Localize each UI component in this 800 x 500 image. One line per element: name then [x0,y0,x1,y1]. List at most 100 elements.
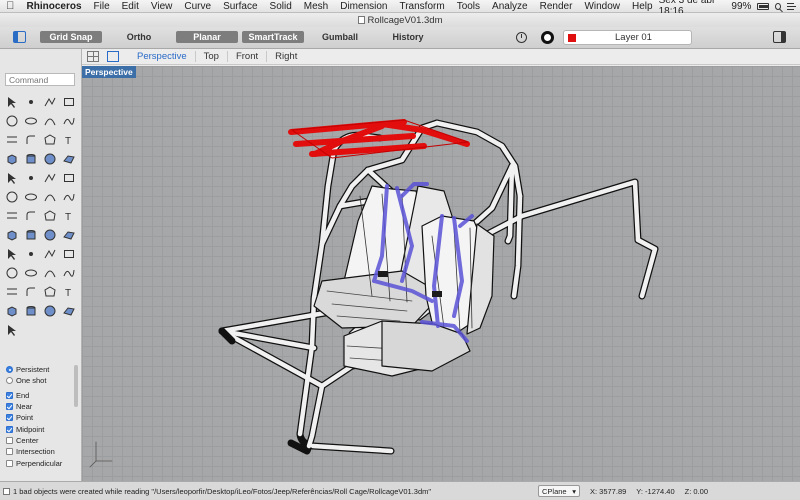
polyline-icon[interactable] [41,93,58,110]
tab-top[interactable]: Top [196,51,228,62]
block-icon[interactable] [3,321,20,338]
ghost-view-icon[interactable] [41,302,58,319]
checkbox-midpoint[interactable] [6,425,13,433]
checkbox-center[interactable] [6,436,13,444]
color-wheel-icon[interactable]: T [60,283,77,300]
right-panel-toggle-icon[interactable] [773,31,786,43]
offset-icon[interactable] [3,131,20,148]
osnap-perpendicular[interactable]: Perpendicular [6,457,74,468]
fillet-curve-icon[interactable] [22,131,39,148]
osnap-intersection[interactable]: Intersection [6,446,74,457]
analyze-icon[interactable] [60,264,77,281]
menu-rhinoceros[interactable]: Rhinoceros [21,1,88,12]
trim-icon[interactable] [22,188,39,205]
checkbox-end[interactable] [6,391,13,399]
clock-icon[interactable] [516,32,527,43]
smarttrack-button[interactable]: SmartTrack [242,31,304,43]
osnap-end[interactable]: End [6,390,74,401]
menu-window[interactable]: Window [578,1,626,12]
layer-selector[interactable]: Layer 01 [563,30,692,45]
menu-edit[interactable]: Edit [116,1,145,12]
osnap-near[interactable]: Near [6,401,74,412]
sphere-icon[interactable] [41,150,58,167]
dimension-icon[interactable] [3,226,20,243]
apple-icon[interactable]:  [0,0,21,12]
osnap-midpoint[interactable]: Midpoint [6,423,74,434]
ellipse-icon[interactable] [22,112,39,129]
object-snap-icon[interactable] [541,31,554,44]
menu-analyze[interactable]: Analyze [486,1,534,12]
cplane-selector[interactable]: CPlane ▾ [538,485,580,497]
perspective-viewport[interactable]: Perspective [82,66,800,481]
zoom-extents-icon[interactable] [41,264,58,281]
notification-center-icon[interactable] [786,2,797,10]
render-icon[interactable] [3,283,20,300]
osnap-center[interactable]: Center [6,435,74,446]
menu-help[interactable]: Help [626,1,659,12]
grid-snap-button[interactable]: Grid Snap [40,31,102,43]
viewport-label[interactable]: Perspective [82,66,136,78]
battery-icon[interactable] [757,2,770,10]
menu-render[interactable]: Render [534,1,579,12]
surface-edit-icon[interactable] [22,169,39,186]
osnap-point[interactable]: Point [6,412,74,423]
zoom-icon[interactable] [3,264,20,281]
check-icon[interactable] [3,245,20,262]
split-icon[interactable] [41,188,58,205]
rendered-view-icon[interactable] [22,302,39,319]
single-viewport-icon[interactable] [107,51,119,62]
command-input[interactable] [5,73,75,86]
mirror-icon[interactable] [22,226,39,243]
surface-icon[interactable] [60,150,77,167]
scale-icon[interactable] [22,245,39,262]
planar-button[interactable]: Planar [176,31,238,43]
point-icon[interactable] [22,93,39,110]
project-icon[interactable] [60,245,77,262]
align-icon[interactable] [41,245,58,262]
sidebar-scrollbar[interactable] [74,365,78,407]
osnap-mode-persistent[interactable]: Persistent [6,364,74,375]
menu-dimension[interactable]: Dimension [334,1,393,12]
checkbox-intersection[interactable] [6,448,13,456]
box-icon[interactable] [3,150,20,167]
tab-perspective[interactable]: Perspective [129,51,196,62]
radio-one-shot[interactable] [6,377,13,385]
cylinder-icon[interactable] [22,150,39,167]
boolean-icon[interactable] [3,188,20,205]
join-icon[interactable] [60,188,77,205]
ortho-button[interactable]: Ortho [108,31,170,43]
tab-right[interactable]: Right [267,51,305,62]
sidebar-toggle-icon[interactable] [13,31,26,43]
explode-icon[interactable]: T [60,207,77,224]
loft-icon[interactable] [41,169,58,186]
tab-front[interactable]: Front [228,51,268,62]
text-icon[interactable]: T [60,131,77,148]
menu-mesh[interactable]: Mesh [298,1,334,12]
group-icon[interactable] [41,207,58,224]
transform-icon[interactable] [3,207,20,224]
zoom-window-icon[interactable] [22,264,39,281]
array-icon[interactable] [22,207,39,224]
spotlight-search-icon[interactable] [774,2,781,10]
checkbox-perpendicular[interactable] [6,459,13,467]
menu-file[interactable]: File [88,1,116,12]
menu-view[interactable]: View [145,1,179,12]
rectangle-icon[interactable] [60,93,77,110]
circle-icon[interactable] [3,112,20,129]
extrude-icon[interactable] [3,169,20,186]
arc-icon[interactable] [41,112,58,129]
rollcage-model[interactable] [82,66,800,481]
menu-solid[interactable]: Solid [264,1,298,12]
network-srf-icon[interactable] [60,169,77,186]
four-viewports-icon[interactable] [87,51,99,62]
checkbox-point[interactable] [6,414,13,422]
history-button[interactable]: History [377,31,439,43]
material-icon[interactable] [41,283,58,300]
osnap-mode-one-shot[interactable]: One shot [6,375,74,386]
menu-tools[interactable]: Tools [451,1,486,12]
checkbox-near[interactable] [6,403,13,411]
light-icon[interactable] [22,283,39,300]
move-icon[interactable] [60,226,77,243]
shade-icon[interactable] [3,302,20,319]
menu-transform[interactable]: Transform [393,1,450,12]
